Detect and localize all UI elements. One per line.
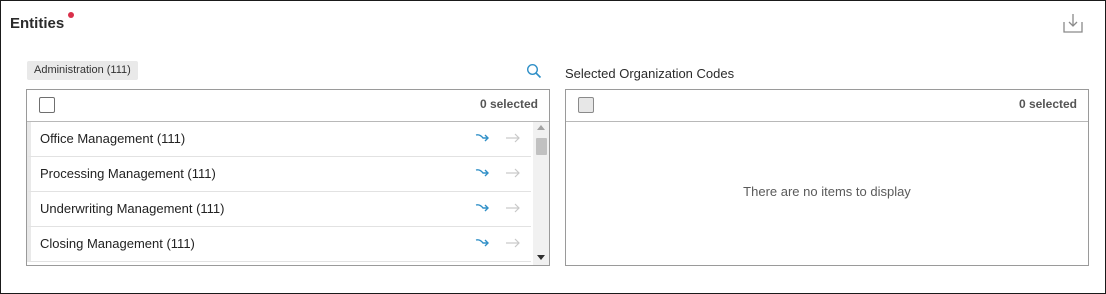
add-item-arrow-icon[interactable] xyxy=(505,131,521,145)
search-button[interactable] xyxy=(526,63,542,79)
selected-count: 0 selected xyxy=(479,97,538,111)
select-all-checkbox[interactable] xyxy=(39,97,55,113)
hierarchy-breadcrumb[interactable]: Administration (111) xyxy=(27,61,138,80)
export-download-icon xyxy=(1063,14,1083,33)
selected-count: 0 selected xyxy=(1018,97,1077,111)
add-with-children-icon[interactable] xyxy=(475,166,493,180)
list-item[interactable]: Closing Management (111) xyxy=(27,227,531,262)
add-item-arrow-icon[interactable] xyxy=(505,236,521,250)
add-item-arrow-icon[interactable] xyxy=(505,166,521,180)
selected-codes-title: Selected Organization Codes xyxy=(565,66,735,81)
list-scrollbar[interactable] xyxy=(533,122,549,265)
selected-codes-list: 0 selected There are no items to display xyxy=(565,89,1089,266)
list-header: 0 selected xyxy=(27,90,549,122)
add-with-children-icon[interactable] xyxy=(475,131,493,145)
add-with-children-icon[interactable] xyxy=(475,201,493,215)
list-item-label: Office Management (111) xyxy=(40,131,186,146)
scroll-down-arrow-icon[interactable] xyxy=(537,255,545,260)
required-indicator xyxy=(68,12,74,18)
list-item-label: Underwriting Management (111) xyxy=(40,201,225,216)
scroll-thumb[interactable] xyxy=(536,138,547,155)
list-item[interactable]: Office Management (111) xyxy=(27,122,531,157)
available-entities-list: 0 selected Office Management (111) Proce… xyxy=(26,89,550,266)
entity-list: Office Management (111) Processing Manag… xyxy=(27,122,531,265)
empty-state-message: There are no items to display xyxy=(743,184,911,199)
entities-panel: Entities Administration (111) Selected O… xyxy=(0,0,1106,294)
export-button[interactable] xyxy=(1061,11,1085,35)
list-item-label: Closing Management (111) xyxy=(40,236,195,251)
add-item-arrow-icon[interactable] xyxy=(505,201,521,215)
select-all-checkbox[interactable] xyxy=(578,97,594,113)
list-item-label: Processing Management (111) xyxy=(40,166,216,181)
section-title: Entities xyxy=(10,15,65,32)
list-item[interactable]: Processing Management (111) xyxy=(27,157,531,192)
search-icon xyxy=(526,63,542,79)
scroll-up-arrow-icon[interactable] xyxy=(537,125,545,130)
add-with-children-icon[interactable] xyxy=(475,236,493,250)
list-header: 0 selected xyxy=(566,90,1088,122)
list-item[interactable]: Underwriting Management (111) xyxy=(27,192,531,227)
